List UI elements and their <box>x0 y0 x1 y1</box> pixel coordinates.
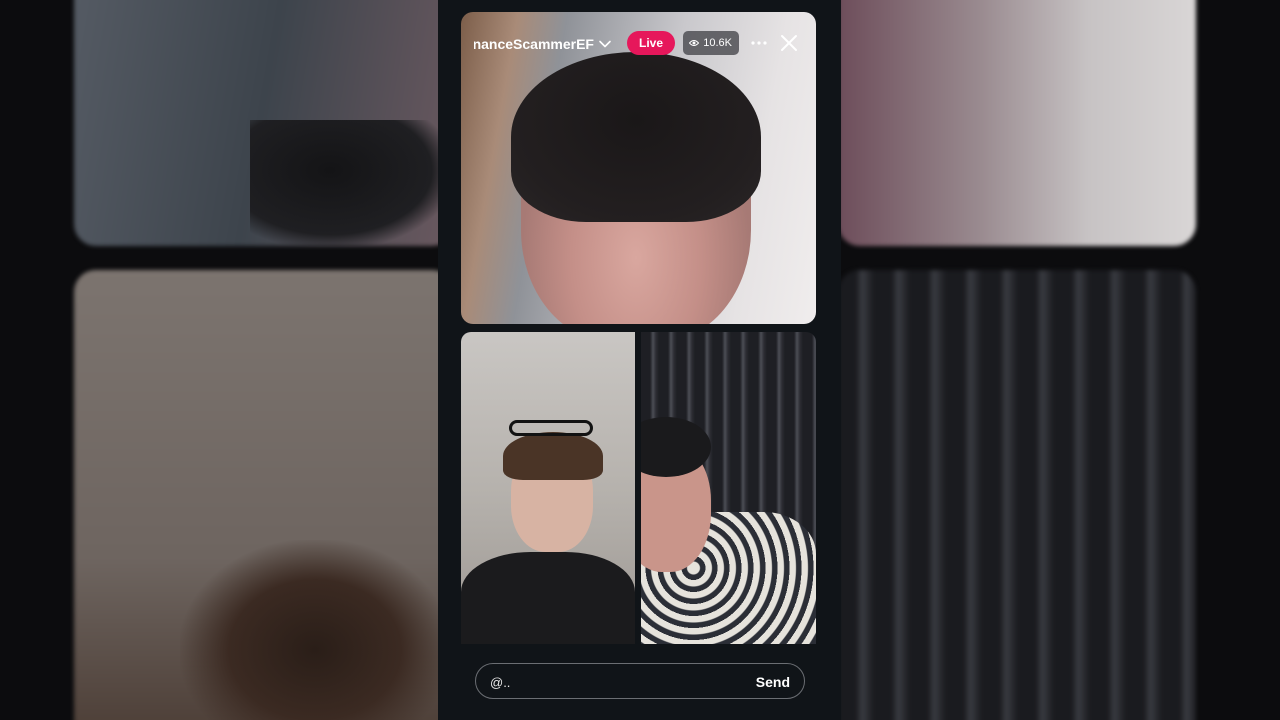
background-head-shape <box>180 540 450 720</box>
more-options-icon[interactable] <box>750 36 768 50</box>
host-video-tile[interactable] <box>461 12 816 324</box>
guest-left-glasses <box>509 420 593 436</box>
host-username[interactable]: nanceScammerEF <box>474 35 594 53</box>
background-tile-bottom-right <box>838 270 1196 720</box>
guest-left-hair <box>503 432 603 480</box>
guest-video-tile-left[interactable] <box>461 332 635 644</box>
viewer-count: 10.6K <box>703 37 732 49</box>
comment-input[interactable] <box>490 673 730 691</box>
eye-icon <box>689 40 699 46</box>
guest-left-body <box>461 552 635 644</box>
host-hair <box>511 52 761 222</box>
send-button[interactable]: Send <box>756 673 790 691</box>
background-hair-shape <box>250 120 450 246</box>
viewer-count-badge[interactable]: 10.6K <box>683 31 739 55</box>
chevron-down-icon[interactable] <box>598 37 612 51</box>
comment-bar: Send <box>475 663 805 699</box>
guest-video-tile-right[interactable] <box>641 332 816 644</box>
live-badge: Live <box>627 31 675 55</box>
close-icon[interactable] <box>780 34 798 52</box>
background-tile-top-right <box>838 0 1196 246</box>
